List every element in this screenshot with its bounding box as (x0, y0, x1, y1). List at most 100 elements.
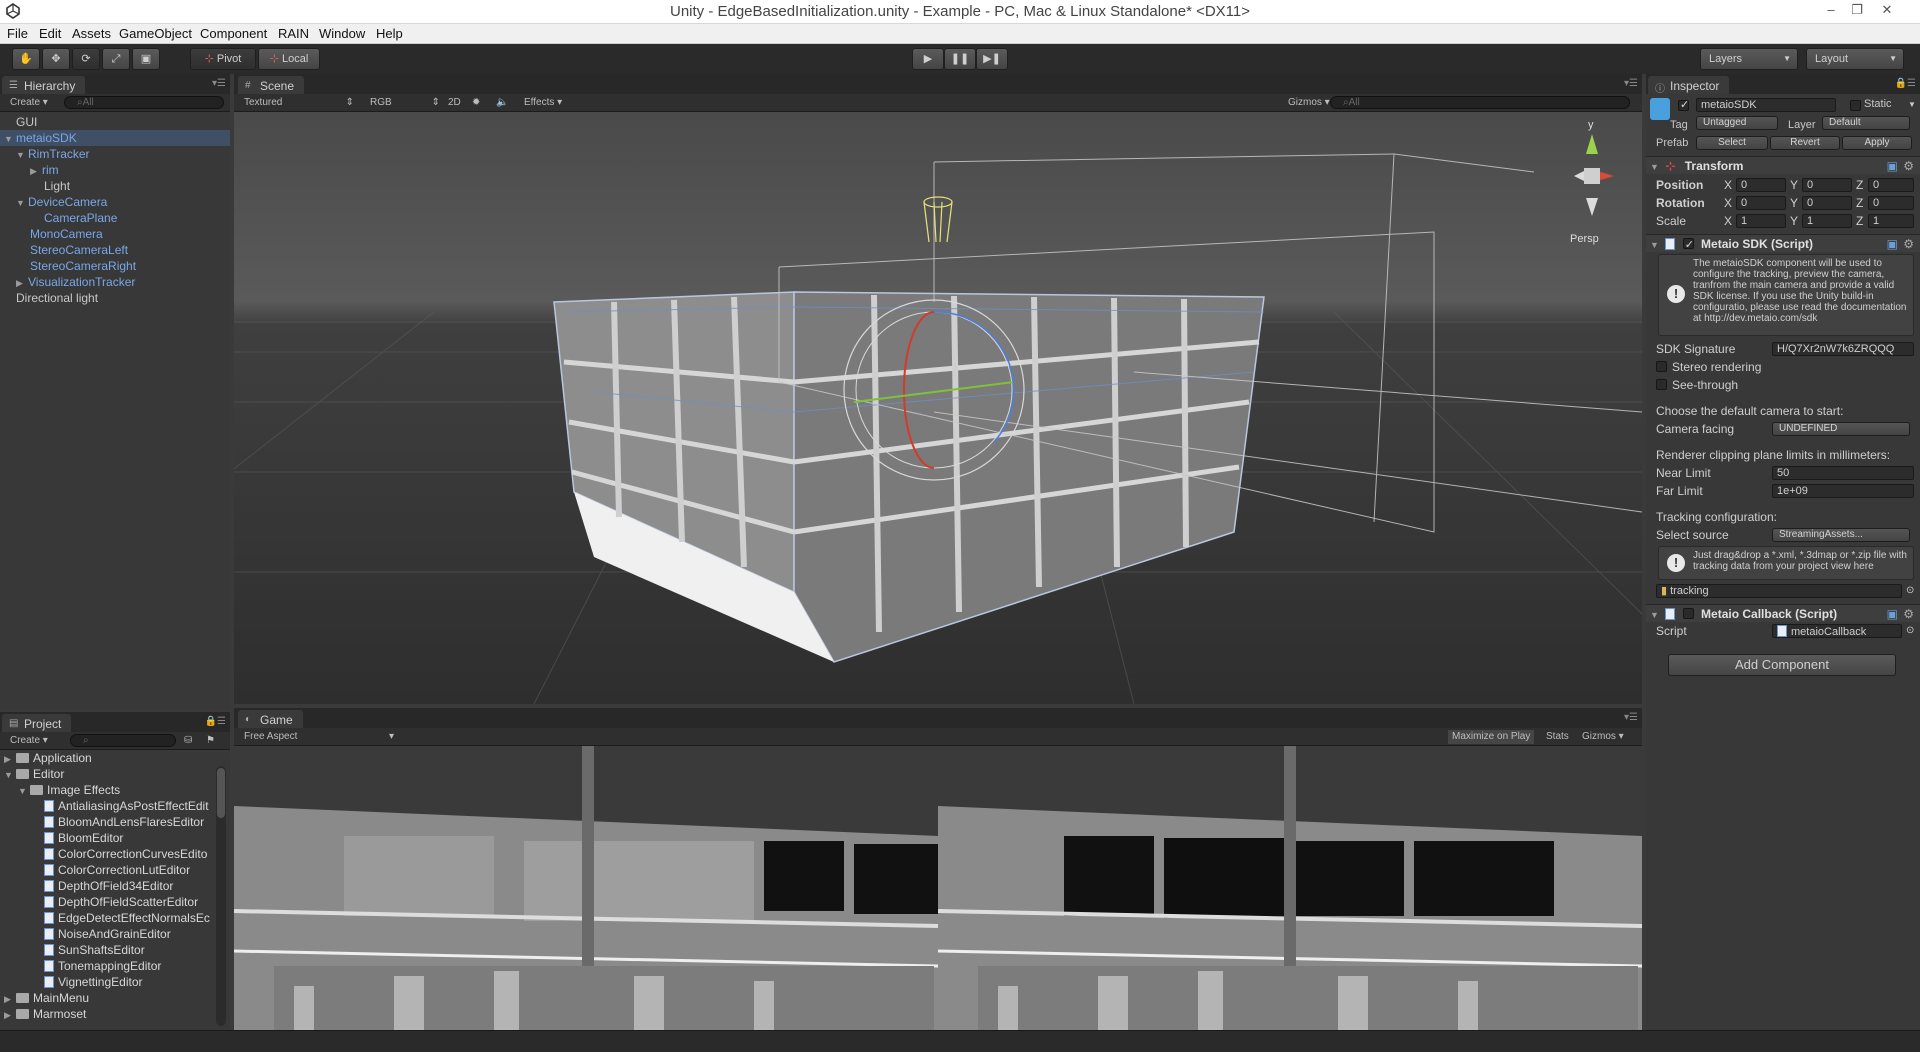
position-x-field[interactable]: 0 (1736, 178, 1786, 192)
scene-gizmos-dropdown[interactable]: Gizmos ▾ (1288, 96, 1330, 110)
transform-header[interactable]: ▼ ⊹ Transform ▣ ⚙ (1646, 156, 1920, 174)
project-item-image-effects[interactable]: ▼ Image Effects (18, 782, 120, 798)
tab-project[interactable]: ▤ Project (2, 714, 72, 732)
far-limit-field[interactable]: 1e+09 (1772, 484, 1914, 498)
filter-label-icon[interactable]: ⚑ (206, 734, 215, 748)
project-scrollbar[interactable] (216, 766, 226, 1026)
layer-dropdown[interactable]: Default (1822, 116, 1910, 130)
hierarchy-search-input[interactable]: ⌕All (64, 96, 224, 109)
panel-menu-icon[interactable]: 🔒☰ (205, 716, 226, 727)
scene-search-input[interactable]: ⌕All (1330, 96, 1630, 109)
game-gizmos-dropdown[interactable]: Gizmos ▾ (1582, 730, 1624, 744)
hierarchy-item-gui[interactable]: GUI (0, 114, 230, 130)
hand-tool-button[interactable]: ✋ (12, 48, 40, 70)
game-viewport[interactable] (234, 746, 1642, 1030)
project-item-application[interactable]: ▶ Application (4, 750, 92, 766)
hierarchy-item-rim[interactable]: ▶ rim (0, 162, 230, 178)
move-tool-button[interactable]: ✥ (42, 48, 70, 70)
hierarchy-item-metaiosdk[interactable]: ▼ metaioSDK (0, 130, 230, 146)
panel-menu-icon[interactable]: 🔒☰ (1895, 78, 1916, 89)
see-through-checkbox[interactable] (1656, 379, 1667, 390)
expand-arrow-icon[interactable]: ▼ (16, 195, 28, 211)
tab-scene[interactable]: # Scene (238, 76, 305, 94)
component-enabled-checkbox[interactable] (1682, 236, 1694, 254)
maximize-on-play-toggle[interactable]: Maximize on Play (1448, 730, 1535, 744)
hierarchy-item-devicecamera[interactable]: ▼ DeviceCamera (0, 194, 230, 210)
layers-dropdown[interactable]: Layers ▼ (1700, 48, 1798, 70)
render-mode-dropdown[interactable]: Textured ⇕ (244, 96, 354, 110)
tracking-asset-field[interactable]: ▮ tracking (1656, 584, 1902, 598)
project-script-item[interactable]: TonemappingEditor (44, 958, 161, 974)
project-script-item[interactable]: EdgeDetectEffectNormalsEc (44, 910, 210, 926)
menu-edit[interactable]: Edit (39, 26, 61, 41)
expand-arrow-icon[interactable]: ▶ (4, 991, 16, 1007)
object-name-field[interactable]: metaioSDK (1696, 98, 1836, 112)
project-script-item[interactable]: ColorCorrectionCurvesEdito (44, 846, 207, 862)
prefab-revert-button[interactable]: Revert (1770, 136, 1840, 150)
chevron-down-icon[interactable]: ▼ (1908, 100, 1916, 109)
sdk-signature-field[interactable]: H/Q7Xr2nW7k6ZRQQQ (1772, 342, 1914, 356)
rotation-z-field[interactable]: 0 (1868, 196, 1914, 210)
scale-y-field[interactable]: 1 (1802, 214, 1852, 228)
layout-dropdown[interactable]: Layout ▼ (1806, 48, 1904, 70)
panel-menu-icon[interactable]: ▾☰ (212, 78, 226, 89)
tab-inspector[interactable]: ⓘ Inspector (1648, 76, 1730, 95)
project-script-item[interactable]: SunShaftsEditor (44, 942, 145, 958)
audio-toggle-icon[interactable]: 🔈 (496, 96, 508, 110)
prefab-select-button[interactable]: Select (1696, 136, 1768, 150)
project-item-editor[interactable]: ▼ Editor (4, 766, 64, 782)
expand-arrow-icon[interactable]: ▶ (4, 1007, 16, 1023)
scene-viewport[interactable]: y Persp (234, 112, 1642, 704)
hierarchy-item-light[interactable]: Light (0, 178, 230, 194)
expand-arrow-icon[interactable]: ▶ (4, 751, 16, 767)
expand-arrow-icon[interactable]: ▼ (16, 147, 28, 163)
expand-arrow-icon[interactable]: ▼ (1650, 158, 1662, 176)
scale-x-field[interactable]: 1 (1736, 214, 1786, 228)
help-book-icon[interactable]: ▣ (1887, 235, 1898, 253)
help-book-icon[interactable]: ▣ (1887, 605, 1898, 623)
menu-gameobject[interactable]: GameObject (119, 26, 192, 41)
project-script-item[interactable]: VignettingEditor (44, 974, 143, 990)
hierarchy-item-directional-light[interactable]: Directional light (0, 290, 230, 306)
scrollbar-thumb[interactable] (217, 768, 225, 818)
pause-button[interactable]: ❚❚ (944, 48, 976, 70)
aspect-dropdown[interactable]: Free Aspect ▾ (244, 730, 394, 744)
component-enabled-checkbox[interactable] (1682, 608, 1694, 619)
project-search-input[interactable]: ⌕ (70, 734, 176, 747)
rect-tool-button[interactable]: ▣ (132, 48, 160, 70)
hierarchy-item-visualizationtracker[interactable]: ▶ VisualizationTracker (0, 274, 230, 290)
gear-icon[interactable]: ⚙ (1903, 235, 1914, 253)
project-script-item[interactable]: AntialiasingAsPostEffectEdit (44, 798, 209, 814)
project-script-item[interactable]: DepthOfFieldScatterEditor (44, 894, 198, 910)
local-toggle[interactable]: ⊹ Local (258, 48, 320, 70)
mode-2d-toggle[interactable]: 2D (448, 96, 461, 110)
help-book-icon[interactable]: ▣ (1887, 157, 1898, 175)
active-checkbox[interactable] (1678, 98, 1689, 111)
scale-tool-button[interactable]: ⤢ (102, 48, 130, 70)
gear-icon[interactable]: ⚙ (1903, 605, 1914, 623)
close-button[interactable]: ✕ (1876, 2, 1898, 20)
near-limit-field[interactable]: 50 (1772, 466, 1914, 480)
camera-facing-dropdown[interactable]: UNDEFINED (1772, 422, 1910, 436)
scale-z-field[interactable]: 1 (1868, 214, 1914, 228)
restore-button[interactable]: ❐ (1846, 2, 1868, 20)
static-checkbox[interactable] (1850, 100, 1861, 111)
stats-toggle[interactable]: Stats (1546, 730, 1569, 744)
hierarchy-item-rimtracker[interactable]: ▼ RimTracker (0, 146, 230, 162)
hierarchy-item-stereocameraleft[interactable]: StereoCameraLeft (0, 242, 230, 258)
project-item-marmoset[interactable]: ▶ Marmoset (4, 1006, 86, 1022)
prefab-apply-button[interactable]: Apply (1842, 136, 1912, 150)
project-script-item[interactable]: ColorCorrectionLutEditor (44, 862, 190, 878)
color-mode-dropdown[interactable]: RGB ⇕ (370, 96, 440, 110)
gear-icon[interactable]: ⚙ (1903, 157, 1914, 175)
position-y-field[interactable]: 0 (1802, 178, 1852, 192)
expand-arrow-icon[interactable]: ▼ (1650, 236, 1662, 254)
tab-hierarchy[interactable]: ☰ Hierarchy (2, 76, 86, 94)
rotate-tool-button[interactable]: ⟳ (72, 48, 100, 70)
panel-menu-icon[interactable]: ▾☰ (1624, 712, 1638, 723)
menu-rain[interactable]: RAIN (278, 26, 309, 41)
step-button[interactable]: ▶❚ (976, 48, 1008, 70)
expand-arrow-icon[interactable]: ▶ (30, 163, 42, 179)
object-picker-icon[interactable]: ⊙ (1906, 622, 1914, 640)
menu-help[interactable]: Help (376, 26, 403, 41)
